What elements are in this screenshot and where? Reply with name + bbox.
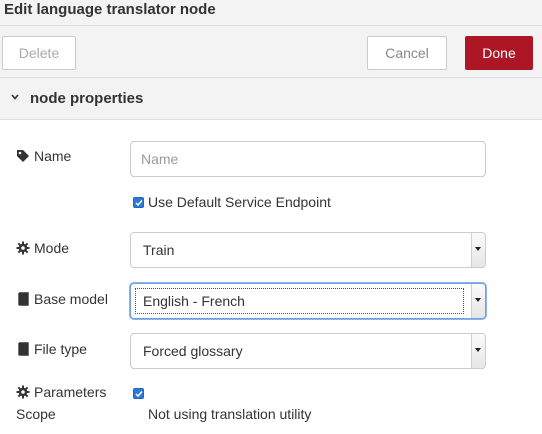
file-type-label-text: File type bbox=[34, 341, 87, 357]
file-type-label: File type bbox=[16, 341, 87, 357]
done-button[interactable]: Done bbox=[465, 36, 533, 70]
name-input[interactable] bbox=[130, 141, 486, 177]
default-endpoint-checkbox[interactable] bbox=[133, 197, 144, 208]
caret-down-icon bbox=[475, 298, 481, 302]
parameters-scope-checkbox[interactable] bbox=[133, 388, 144, 399]
dialog-button-bar: Delete Cancel Done bbox=[0, 26, 542, 78]
select-arrow bbox=[471, 334, 485, 368]
name-label-text: Name bbox=[34, 148, 72, 164]
mode-label-text: Mode bbox=[34, 240, 70, 256]
mode-label: Mode bbox=[16, 240, 69, 256]
caret-down-icon bbox=[475, 348, 481, 352]
book-icon bbox=[18, 342, 29, 356]
caret-down-icon bbox=[475, 247, 481, 251]
gear-icon bbox=[16, 385, 30, 399]
file-type-select-value: Forced glossary bbox=[143, 343, 243, 359]
default-endpoint-label: Use Default Service Endpoint bbox=[148, 194, 331, 210]
select-arrow bbox=[471, 284, 485, 318]
base-model-select[interactable]: English - French bbox=[130, 283, 486, 319]
base-model-select-value: English - French bbox=[143, 293, 245, 309]
checkmark-icon bbox=[135, 200, 143, 207]
scope-label-text: Scope bbox=[16, 406, 56, 422]
base-model-label-text: Base model bbox=[34, 291, 108, 307]
chevron-down-icon bbox=[11, 94, 19, 100]
dialog-titlebar: Edit language translator node bbox=[0, 0, 542, 26]
cancel-button[interactable]: Cancel bbox=[367, 36, 447, 70]
dialog-title: Edit language translator node bbox=[4, 1, 216, 18]
section-label: node properties bbox=[30, 90, 144, 107]
parameters-label: Parameters bbox=[16, 384, 106, 400]
file-type-select[interactable]: Forced glossary bbox=[130, 333, 486, 369]
translation-utility-note: Not using translation utility bbox=[148, 406, 312, 422]
gear-icon bbox=[16, 241, 30, 255]
mode-select-value: Train bbox=[143, 242, 175, 258]
delete-button[interactable]: Delete bbox=[2, 36, 76, 70]
base-model-label: Base model bbox=[16, 291, 108, 307]
parameters-label-text: Parameters bbox=[34, 384, 107, 400]
name-label: Name bbox=[16, 148, 71, 164]
tag-icon bbox=[17, 150, 29, 162]
mode-select[interactable]: Train bbox=[130, 232, 486, 268]
checkmark-icon bbox=[135, 391, 143, 398]
node-properties-section-header[interactable]: node properties bbox=[0, 78, 542, 120]
book-icon bbox=[18, 292, 29, 306]
select-arrow bbox=[471, 233, 485, 267]
